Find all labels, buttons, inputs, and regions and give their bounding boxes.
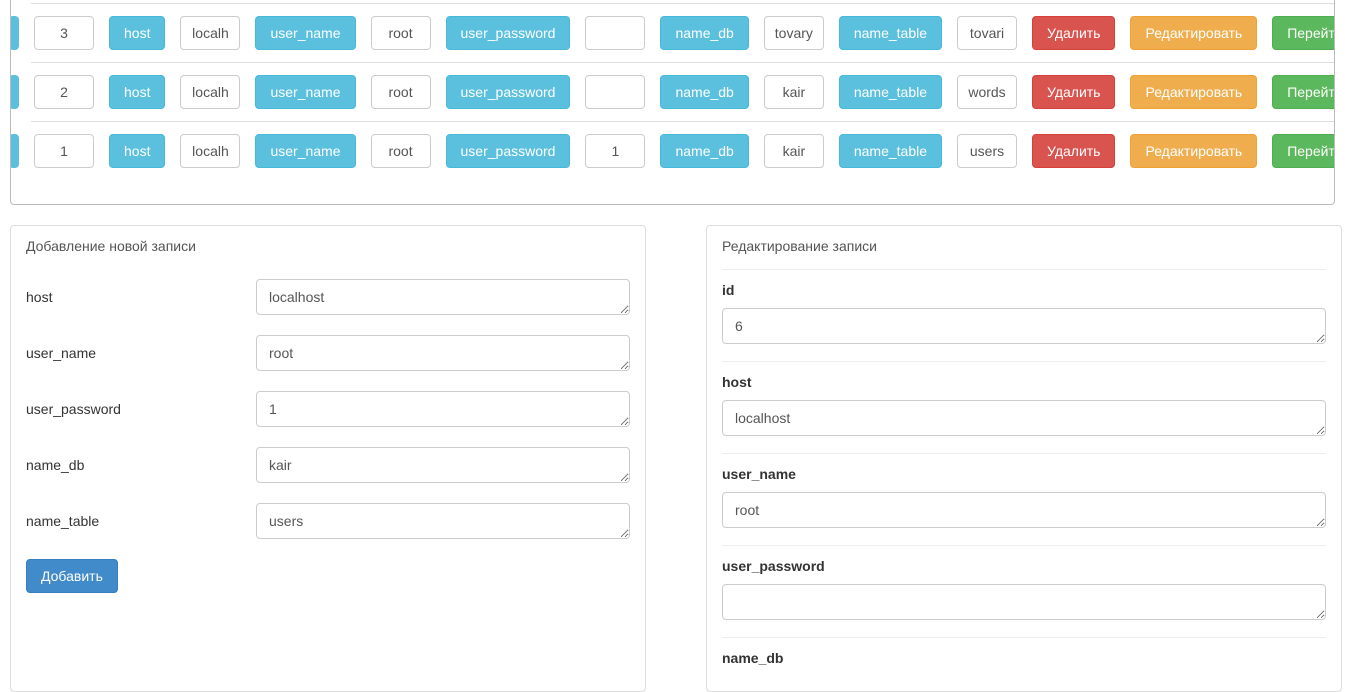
row-id: 2	[34, 75, 94, 109]
table-row: 1 host localh user_name root user_passwo…	[31, 121, 1335, 180]
edit-button[interactable]: Редактировать	[1130, 134, 1257, 168]
edit-user-name-label: user_name	[722, 466, 1326, 482]
user-password-label: user_password	[446, 75, 571, 109]
host-value: localh	[180, 75, 240, 109]
edit-button[interactable]: Редактировать	[1130, 16, 1257, 50]
row-id: 3	[34, 16, 94, 50]
name-table-value: tovari	[957, 16, 1017, 50]
edit-host-input[interactable]	[722, 400, 1326, 436]
edit-id-input[interactable]	[722, 308, 1326, 344]
name-table-value: users	[957, 134, 1017, 168]
name-db-value: tovary	[764, 16, 824, 50]
records-table-wrapper[interactable]: 3 host localh user_name root user_passwo…	[10, 0, 1335, 205]
add-user-password-label: user_password	[26, 401, 256, 417]
host-value: localh	[180, 16, 240, 50]
host-label: host	[109, 75, 165, 109]
delete-button[interactable]: Удалить	[1032, 16, 1115, 50]
edit-user-name-input[interactable]	[722, 492, 1326, 528]
row-edge	[10, 134, 19, 168]
user-name-value: root	[371, 16, 431, 50]
delete-button[interactable]: Удалить	[1032, 75, 1115, 109]
user-name-label: user_name	[255, 16, 355, 50]
edit-button[interactable]: Редактировать	[1130, 75, 1257, 109]
add-user-name-label: user_name	[26, 345, 256, 361]
name-db-label: name_db	[660, 75, 748, 109]
user-name-value: root	[371, 134, 431, 168]
add-user-name-input[interactable]	[256, 335, 630, 371]
add-name-db-label: name_db	[26, 457, 256, 473]
name-db-label: name_db	[660, 134, 748, 168]
name-table-label: name_table	[839, 134, 942, 168]
add-panel-title: Добавление новой записи	[26, 238, 630, 254]
add-host-input[interactable]	[256, 279, 630, 315]
name-table-label: name_table	[839, 75, 942, 109]
delete-button[interactable]: Удалить	[1032, 134, 1115, 168]
add-button[interactable]: Добавить	[26, 559, 118, 593]
edit-panel-title: Редактирование записи	[722, 238, 1326, 254]
edit-record-panel: Редактирование записи id host user_name …	[706, 225, 1342, 692]
add-name-table-input[interactable]	[256, 503, 630, 539]
go-button[interactable]: Перейти	[1272, 75, 1335, 109]
add-name-db-input[interactable]	[256, 447, 630, 483]
go-button[interactable]: Перейти	[1272, 134, 1335, 168]
user-password-value	[585, 16, 645, 50]
add-name-table-label: name_table	[26, 513, 256, 529]
row-edge	[10, 75, 19, 109]
host-label: host	[109, 16, 165, 50]
name-db-label: name_db	[660, 16, 748, 50]
name-table-value: words	[957, 75, 1017, 109]
host-value: localh	[180, 134, 240, 168]
user-password-value	[585, 75, 645, 109]
edit-id-label: id	[722, 282, 1326, 298]
row-id: 1	[34, 134, 94, 168]
add-record-panel: Добавление новой записи host user_name u…	[10, 225, 646, 692]
user-password-label: user_password	[446, 16, 571, 50]
host-label: host	[109, 134, 165, 168]
user-name-label: user_name	[255, 75, 355, 109]
add-host-label: host	[26, 289, 256, 305]
user-password-value: 1	[585, 134, 645, 168]
name-db-value: kair	[764, 75, 824, 109]
user-password-label: user_password	[446, 134, 571, 168]
table-row: 3 host localh user_name root user_passwo…	[31, 3, 1335, 62]
name-db-value: kair	[764, 134, 824, 168]
edit-name-db-label: name_db	[722, 650, 1326, 666]
user-name-label: user_name	[255, 134, 355, 168]
go-button[interactable]: Перейти	[1272, 16, 1335, 50]
edit-host-label: host	[722, 374, 1326, 390]
edit-user-password-input[interactable]	[722, 584, 1326, 620]
name-table-label: name_table	[839, 16, 942, 50]
add-user-password-input[interactable]	[256, 391, 630, 427]
row-edge	[10, 16, 19, 50]
edit-user-password-label: user_password	[722, 558, 1326, 574]
table-row: 2 host localh user_name root user_passwo…	[31, 62, 1335, 121]
user-name-value: root	[371, 75, 431, 109]
